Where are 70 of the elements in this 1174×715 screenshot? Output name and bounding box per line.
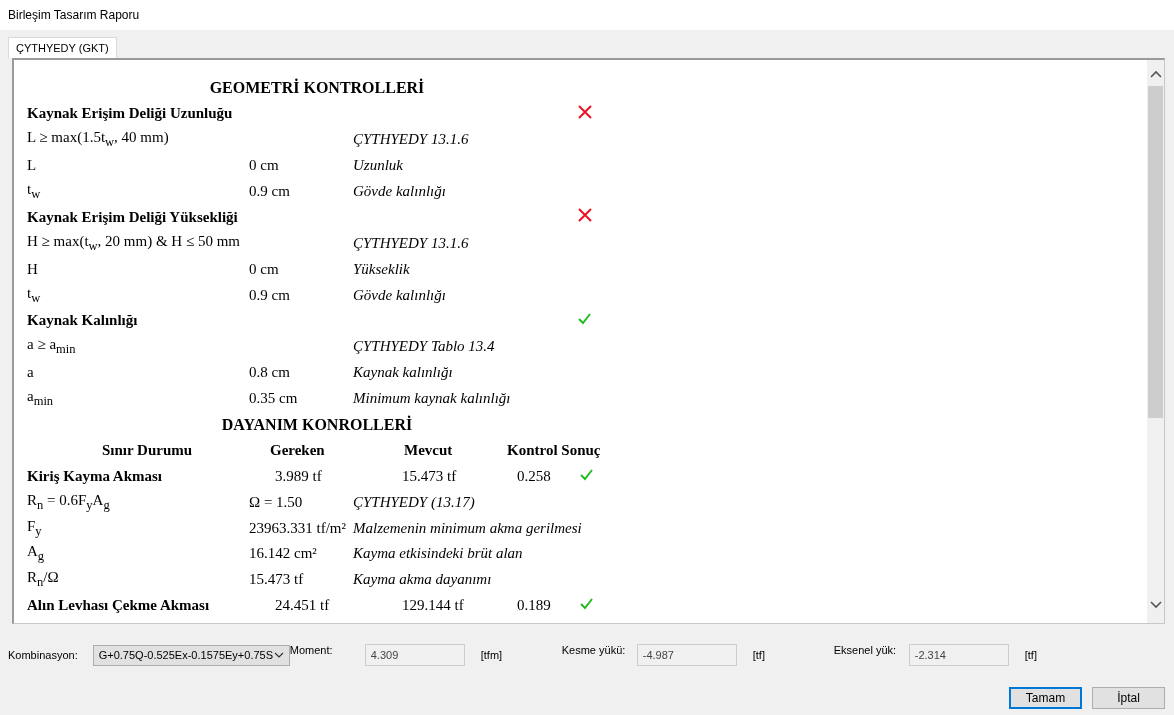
note-text: Gövde kalınlığı [353,183,447,200]
required-value: 3.989 tf [275,467,323,485]
field-label: Moment: [289,644,334,656]
note-text: ÇYTHYEDY 13.1.6 [353,234,470,252]
check-title: Kaynak Erişim Deliği Yüksekliği [27,208,239,226]
column-header: Mevcut [403,441,454,459]
formula-text: F$_{y}$ [27,517,43,539]
ratio-value: 0.258 [517,467,552,485]
combination-dropdown[interactable]: G+0.75Q-0.525Ex-0.1575Ey+0.75S [92,644,290,666]
unit-label: [tf] [752,649,765,661]
value-text: Ω = 1.50 [249,493,304,511]
value-text: 0.9 cm [249,286,291,304]
available-value: 129.144 tf [402,597,465,615]
note-text: Gövde kalınlığı [353,286,447,304]
note-text: Kayma akma dayanımı [353,571,493,589]
scroll-down-icon[interactable] [1149,601,1162,609]
note-text: Uzunluk [353,157,404,175]
tab[interactable]: ÇYTHYEDY (GKT) [8,37,117,58]
field-label: Eksenel yük: [833,644,898,656]
check-title: Alın Levhası Çekme Akması [27,597,211,615]
scroll-thumb[interactable] [1148,86,1163,418]
check-title: Kiriş Kayma Akması [27,467,163,485]
formula-text: a ≥ a$_{min}$ [27,336,77,358]
note-text: Yükseklik [353,260,411,278]
formula-text: H ≥ max(t$_{w}$, 20 mm) & H ≤ 50 mm [27,232,241,254]
caret-icon [273,652,284,658]
column-header: Gereken [269,441,326,459]
formula-text: R$_{n}$/Ω [27,569,60,591]
note-text: Kayma etkisindeki brüt alan [353,545,524,563]
note-text: ÇYTHYEDY (13.17) [353,493,476,511]
value-text: 0.35 cm [249,390,299,408]
window-title: Birleşim Tasarım Raporu [8,8,140,22]
formula-text: a [27,364,35,382]
note-text: ÇYTHYEDY 13.1.6 [353,131,470,149]
formula-text: L ≥ max(1.5t$_{w}$, 40 mm) [27,129,170,151]
required-value: 24.451 tf [275,597,331,615]
section-heading: DAYANIM KONROLLERİ [221,415,413,434]
field-label: Kesme yükü: [561,644,627,656]
dialog-button[interactable]: İptal [1092,687,1165,709]
note-text: Malzemenin minimum akma gerilmesi [353,519,583,537]
formula-text: t$_{w}$ [27,181,42,202]
formula-text: R$_{n}$ = 0.6F$_{y}$A$_{g}$ [27,491,111,513]
scroll-up-icon[interactable] [1149,70,1162,78]
unit-label: [tfm] [480,649,503,661]
formula-text: H [27,260,39,278]
note-text: ÇYTHYEDY Tablo 13.4 [353,338,496,356]
note-text: Kaynak kalınlığı [353,364,454,382]
column-header: Sınır Durumu [101,441,193,459]
value-text: 0.9 cm [249,183,291,200]
formula-text: A$_{g}$ [27,543,46,565]
section-heading: GEOMETRİ KONTROLLERİ [209,78,425,97]
formula-text: a$_{min}$ [27,388,55,410]
check-title: Kaynak Erişim Deliği Uzunluğu [27,105,234,123]
formula-text: L [27,157,38,175]
check-title: Kaynak Kalınlığı [27,312,139,330]
value-text: 0 cm [249,260,280,278]
unit-label: [tf] [1024,649,1037,661]
dialog-button[interactable]: Tamam [1009,687,1082,709]
note-text: Minimum kaynak kalınlığı [353,390,512,408]
value-text: 16.142 cm² [249,545,318,563]
value-text: 0 cm [249,157,280,175]
formula-text: t$_{w}$ [27,284,42,306]
ratio-value: 0.189 [517,597,552,615]
field-label: Kombinasyon: [8,649,78,661]
scrollbar[interactable] [1147,60,1164,623]
value-text: 0.8 cm [249,364,291,382]
value-text: 23963.331 tf/m² [249,519,347,537]
column-header: Kontrol Sonuç [507,441,602,459]
value-text: 15.473 tf [249,571,305,589]
available-value: 15.473 tf [402,467,458,485]
